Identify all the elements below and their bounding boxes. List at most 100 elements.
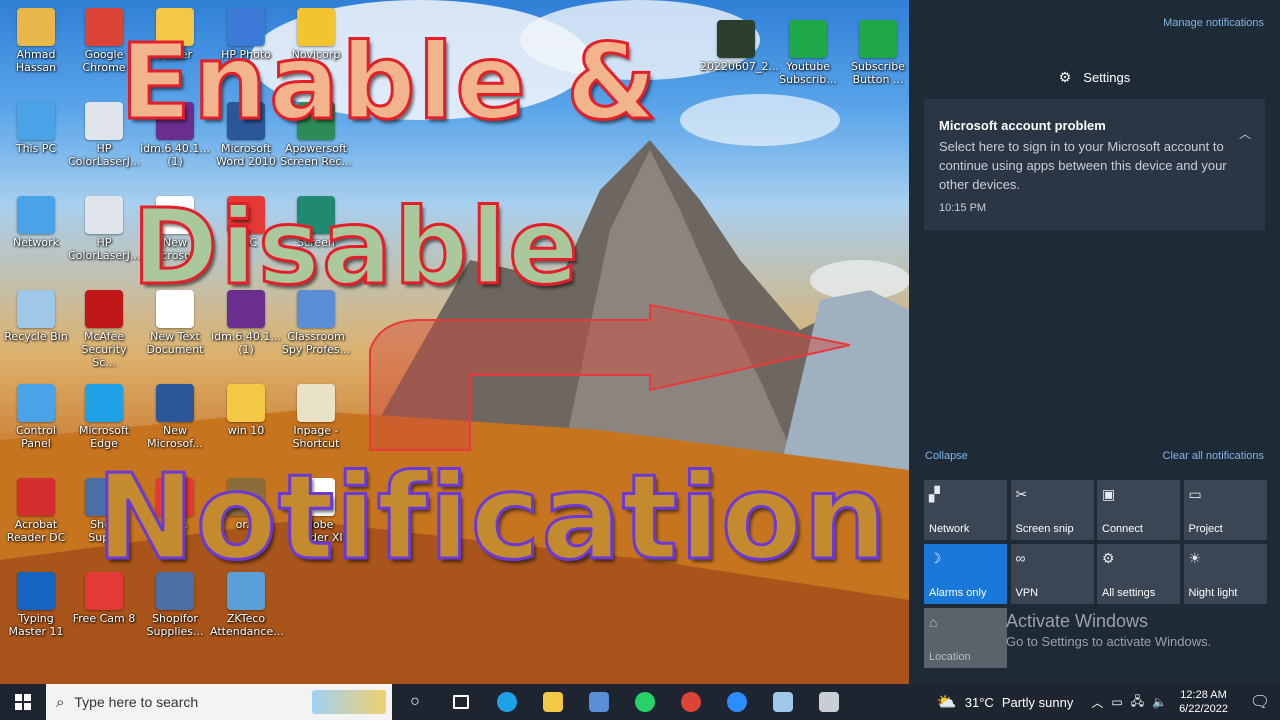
- quick-action-label: Alarms only: [929, 587, 987, 599]
- quick-action-project[interactable]: ▭ Project: [1183, 480, 1267, 540]
- desktop-icon[interactable]: New Microsof...: [139, 384, 211, 450]
- quick-action-location[interactable]: ⌂ Location: [924, 608, 1007, 668]
- desktop-icon[interactable]: McAfee Security Sc...: [68, 290, 140, 369]
- gear-icon: ⚙: [1102, 550, 1115, 566]
- desktop-icon-label: New Microsof...: [147, 424, 203, 450]
- vpn-icon: ∞: [1015, 550, 1026, 566]
- activate-title: Activate Windows: [1006, 611, 1149, 631]
- file-explorer-icon: [543, 692, 563, 712]
- quick-action-label: Screen snip: [1015, 523, 1074, 535]
- quick-action-alarms-only[interactable]: ☽ Alarms only: [924, 544, 1007, 604]
- action-center-button[interactable]: 🗨: [1240, 684, 1280, 720]
- word-document-icon: [156, 384, 194, 422]
- desktop-icon-label: Control Panel: [16, 424, 56, 450]
- mcafee-icon: [85, 290, 123, 328]
- taskbar-app-zoom[interactable]: [714, 684, 760, 720]
- weather-description: Partly sunny: [1001, 694, 1074, 710]
- desktop-icon[interactable]: HP ColorLaserJ...: [68, 196, 140, 262]
- quick-action-label: Location: [929, 651, 971, 663]
- taskbar-app-whatsapp[interactable]: [622, 684, 668, 720]
- clock-time: 12:28 AM: [1180, 689, 1227, 701]
- network-app-icon: [589, 692, 609, 712]
- weather-temperature: 31°C: [964, 694, 994, 710]
- desktop-icon[interactable]: 20220607_2...: [700, 20, 779, 73]
- desktop-icon-label: HP ColorLaserJ...: [68, 142, 141, 168]
- desktop-icon-label: Inpage - Shortcut: [292, 424, 340, 450]
- project-icon: ▭: [1188, 486, 1202, 502]
- desktop-icon-label: 20220607_2...: [700, 60, 779, 73]
- quick-action-label: Connect: [1102, 523, 1143, 535]
- quick-action-night-light[interactable]: ☀ Night light: [1183, 544, 1267, 604]
- clock-date: 6/22/2022: [1179, 703, 1228, 715]
- show-hidden-icons-chevron-icon[interactable]: ︿: [1091, 694, 1103, 711]
- moon-icon: ☽: [929, 550, 942, 566]
- user-folder-icon: [17, 8, 55, 46]
- network-icon: [17, 196, 55, 234]
- desktop-icon-label: Acrobat Reader DC: [6, 518, 66, 544]
- printer-icon: [85, 196, 123, 234]
- search-placeholder: Type here to search: [74, 694, 199, 710]
- desktop-icon[interactable]: win 10: [210, 384, 282, 437]
- control-panel-icon: [17, 384, 55, 422]
- system-tray: ⛅ 31°C Partly sunny ︿ ▭ 🖧 🔈 12:28 AM 6/2…: [937, 684, 1280, 720]
- quick-action-network[interactable]: ▞ Network: [924, 480, 1007, 540]
- taskbar: ⌕ Type here to search ○ ⛅ 31°C Partly su…: [0, 684, 1280, 720]
- manage-notifications-link[interactable]: Manage notifications: [1163, 17, 1264, 29]
- location-icon: ⌂: [929, 614, 938, 630]
- collapse-link[interactable]: Collapse: [925, 450, 968, 462]
- desktop-icon[interactable]: Network: [0, 196, 72, 249]
- clear-all-notifications-link[interactable]: Clear all notifications: [1163, 450, 1265, 462]
- chevron-up-icon[interactable]: ︿: [1239, 125, 1251, 142]
- desktop-icon[interactable]: Microsoft Edge: [68, 384, 140, 450]
- desktop-icon-label: HP ColorLaserJ...: [68, 236, 141, 262]
- video-file-icon: [717, 20, 755, 58]
- notepad-icon: [773, 692, 793, 712]
- desktop-icon-label: Microsoft Edge: [78, 424, 130, 450]
- desktop-icon[interactable]: Recycle Bin: [0, 290, 72, 343]
- desktop-icon-label: Shopifor Supplies...: [146, 612, 204, 638]
- desktop-icon-label: Apowersoft Screen Rec...: [280, 142, 352, 168]
- desktop-icon[interactable]: Youtube Subscrib...: [772, 20, 844, 86]
- notification-card[interactable]: Microsoft account problem Select here to…: [924, 99, 1265, 230]
- taskbar-app-chrome[interactable]: [668, 684, 714, 720]
- taskbar-app-notepad[interactable]: [760, 684, 806, 720]
- weather-widget[interactable]: ⛅ 31°C Partly sunny: [937, 692, 1074, 712]
- task-view-icon: [453, 695, 469, 709]
- chrome-icon: [681, 692, 701, 712]
- desktop-icon[interactable]: Subscribe Button ...: [842, 20, 909, 86]
- network-signal-icon: ▞: [929, 486, 940, 502]
- start-button[interactable]: [0, 684, 46, 720]
- desktop-icon[interactable]: Typing Master 11: [0, 572, 72, 638]
- activate-subtitle: Go to Settings to activate Windows.: [1006, 634, 1212, 649]
- taskbar-search-box[interactable]: ⌕ Type here to search: [46, 684, 392, 720]
- volume-muted-icon[interactable]: 🔈: [1152, 695, 1167, 709]
- desktop-icon-label: New Text Document: [146, 330, 204, 356]
- quick-action-label: VPN: [1015, 587, 1039, 599]
- gear-icon: ⚙: [1058, 69, 1072, 85]
- taskbar-app-app[interactable]: [806, 684, 852, 720]
- desktop-icon[interactable]: Acrobat Reader DC: [0, 478, 72, 544]
- search-highlight-image: [312, 690, 386, 714]
- cortana-button[interactable]: ○: [392, 684, 438, 720]
- quick-action-connect[interactable]: ▣ Connect: [1097, 480, 1180, 540]
- quick-action-all-settings[interactable]: ⚙ All settings: [1097, 544, 1180, 604]
- taskbar-app-file-explorer[interactable]: [530, 684, 576, 720]
- battery-icon[interactable]: ▭: [1111, 695, 1122, 709]
- quick-action-vpn[interactable]: ∞ VPN: [1010, 544, 1094, 604]
- folder-icon: [227, 384, 265, 422]
- desktop-icon[interactable]: This PC: [0, 102, 72, 155]
- desktop-icon[interactable]: Inpage - Shortcut: [280, 384, 352, 450]
- network-tray-icon[interactable]: 🖧: [1131, 692, 1144, 713]
- quick-action-screen-snip[interactable]: ✂ Screen snip: [1010, 480, 1094, 540]
- quick-action-label: Network: [929, 523, 970, 535]
- quick-action-label: Project: [1188, 523, 1223, 535]
- taskbar-app-network-app[interactable]: [576, 684, 622, 720]
- sun-icon: ☀: [1188, 550, 1202, 566]
- connect-icon: ▣: [1102, 486, 1116, 502]
- notification-group-header: ⚙ Settings: [909, 69, 1280, 86]
- taskbar-app-edge[interactable]: [484, 684, 530, 720]
- desktop-icon[interactable]: Ahmad Hassan: [0, 8, 72, 74]
- taskbar-clock[interactable]: 12:28 AM 6/22/2022: [1179, 688, 1228, 716]
- desktop-icon[interactable]: Control Panel: [0, 384, 72, 450]
- taskbar-app-task-view[interactable]: [438, 684, 484, 720]
